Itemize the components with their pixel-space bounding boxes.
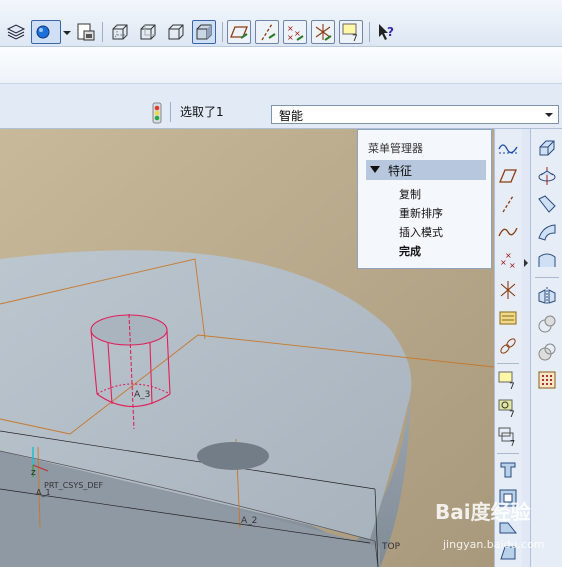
through-hole	[197, 442, 269, 470]
view-wireframe-icon[interactable]	[108, 20, 132, 44]
svg-text:×: ×	[500, 258, 507, 267]
selection-filter-value: 智能	[279, 109, 304, 123]
status-divider	[170, 102, 171, 122]
view-no-hidden-icon[interactable]	[164, 20, 188, 44]
menu-item-copy[interactable]: 复制	[399, 186, 421, 202]
chevron-down-icon[interactable]	[540, 106, 558, 123]
display-style-dropdown-icon[interactable]	[31, 20, 61, 44]
datum-point-toggle-icon[interactable]: × × ×	[283, 20, 307, 44]
sweep-tool-icon[interactable]	[536, 193, 558, 215]
csys-label: PRT_CSYS_DEF	[44, 481, 104, 490]
menu-manager-title: 菜单管理器	[368, 142, 423, 155]
csys-tool-icon[interactable]	[497, 279, 519, 301]
plane-label-top: TOP	[381, 542, 401, 552]
selection-count-text: 选取了1	[180, 105, 224, 119]
watermark-brand: Bai度经验	[435, 500, 531, 524]
baidu-watermark: Bai度经验 jingyan.baidu.com	[435, 496, 562, 566]
pattern-tool-icon[interactable]	[536, 369, 558, 391]
boundary-blend-icon[interactable]	[536, 249, 558, 271]
view-shaded-icon[interactable]	[192, 20, 216, 44]
intersect-tool-icon[interactable]	[536, 341, 558, 363]
menu-item-done[interactable]: 完成	[399, 243, 421, 259]
axis-label-a1: A_1	[36, 488, 51, 497]
svg-text:7: 7	[509, 410, 515, 419]
note-tool-icon[interactable]: 7	[497, 369, 519, 392]
menu-manager-panel: 菜单管理器 特征 复制 重新排序 插入模式 完成	[357, 129, 492, 269]
svg-text:Z: Z	[31, 469, 36, 477]
sketch-tool-icon[interactable]	[497, 137, 519, 159]
extrude-tool-icon[interactable]	[536, 137, 558, 159]
layers-icon[interactable]	[4, 20, 28, 44]
hole-tool-icon[interactable]	[497, 459, 519, 481]
flyout-arrow-icon[interactable]	[523, 256, 529, 267]
revolve-tool-icon[interactable]	[536, 165, 558, 187]
mirror-tool-icon[interactable]	[536, 285, 558, 307]
svg-text:7: 7	[510, 439, 515, 447]
selection-status-light-icon	[152, 102, 162, 124]
context-help-icon[interactable]: ?	[374, 20, 398, 44]
saved-views-icon[interactable]	[74, 20, 98, 44]
svg-text:7: 7	[352, 34, 358, 43]
svg-text:×: ×	[294, 29, 301, 38]
menu-item-insert-mode[interactable]: 插入模式	[399, 224, 443, 240]
datum-curve-tool-icon[interactable]	[497, 221, 519, 243]
chevron-down-icon[interactable]	[60, 20, 72, 44]
svg-text:×: ×	[509, 261, 516, 270]
datum-point-tool-icon[interactable]: × × ×	[497, 249, 519, 271]
axis-label-a3: A_3	[134, 390, 150, 400]
collapse-triangle-icon[interactable]	[370, 166, 380, 173]
analysis-feature-icon[interactable]	[497, 307, 519, 329]
datum-plane-tool-icon[interactable]	[497, 165, 519, 187]
top-toolbar: × × × 7 ?	[0, 0, 562, 47]
datum-plane-toggle-icon[interactable]	[227, 20, 251, 44]
blend-tool-icon[interactable]	[536, 221, 558, 243]
datum-axis-tool-icon[interactable]	[497, 193, 519, 215]
ribbon-area	[0, 47, 562, 84]
menu-section-feature[interactable]: 特征	[366, 160, 486, 180]
watermark-url: jingyan.baidu.com	[443, 538, 545, 551]
selection-filter-select[interactable]: 智能	[271, 105, 559, 124]
view-hidden-line-icon[interactable]	[136, 20, 160, 44]
datum-axis-toggle-icon[interactable]	[255, 20, 279, 44]
svg-text:?: ?	[387, 25, 394, 39]
menu-item-reorder[interactable]: 重新排序	[399, 205, 443, 221]
csys-toggle-icon[interactable]	[311, 20, 335, 44]
axis-label-a2: A_2	[241, 516, 257, 526]
annotation-element-icon[interactable]: 7	[497, 425, 519, 448]
merge-tool-icon[interactable]	[536, 313, 558, 335]
menu-section-label: 特征	[388, 164, 413, 178]
svg-text:7: 7	[509, 382, 515, 391]
symbol-tool-icon[interactable]: 7	[497, 397, 519, 420]
svg-text:×: ×	[287, 33, 294, 42]
annotation-toggle-icon[interactable]: 7	[339, 20, 363, 44]
chain-link-icon[interactable]	[497, 335, 519, 357]
svg-text:×: ×	[287, 24, 294, 33]
